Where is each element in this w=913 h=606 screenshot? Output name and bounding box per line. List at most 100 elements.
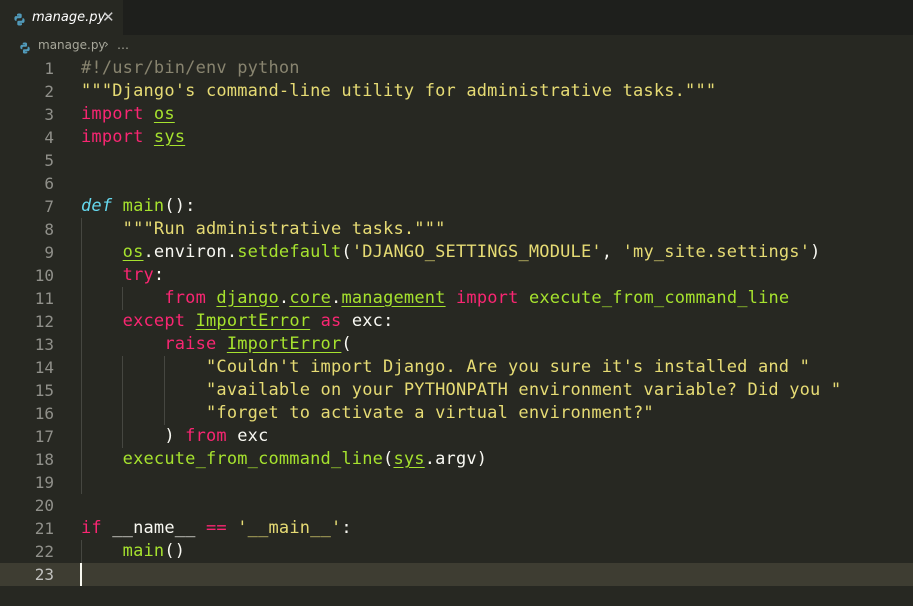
code-token: 'DJANGO_SETTINGS_MODULE' [351, 242, 602, 262]
code-token: exc: [341, 311, 394, 331]
code-token: : [153, 265, 165, 285]
line-code: #!/usr/bin/env python [81, 57, 300, 80]
code-line[interactable]: 3 import os [0, 103, 913, 126]
line-code: def main(): [81, 195, 196, 218]
code-line[interactable]: 9 os.environ.setdefault('DJANGO_SETTINGS… [0, 241, 913, 264]
line-number: 23 [34, 565, 54, 584]
code-line[interactable]: 7 def main(): [0, 195, 913, 218]
code-token: "Couldn't import Django. Are you sure it… [205, 357, 811, 377]
python-icon [19, 39, 31, 58]
code-token: . [278, 288, 290, 308]
line-number: 16 [34, 404, 54, 423]
code-token: : [341, 518, 352, 538]
line-code: raise ImportError( [81, 333, 352, 356]
code-line[interactable]: 4 import sys [0, 126, 913, 149]
code-line[interactable]: 6 [0, 172, 913, 195]
code-line[interactable]: 13 raise ImportError( [0, 333, 913, 356]
code-line[interactable]: 2 """Django's command-line utility for ad… [0, 80, 913, 103]
code-line[interactable]: 16 "forget to activate a virtual environ… [0, 402, 913, 425]
code-line[interactable]: 8 """Run administrative tasks.""" [0, 218, 913, 241]
code-token: if [81, 518, 102, 538]
tab-manage-py[interactable]: manage.py ✕ [0, 0, 123, 35]
code-token: django [216, 288, 279, 308]
line-number: 10 [34, 266, 54, 285]
code-line[interactable]: 20 [0, 494, 913, 517]
line-code: os.environ.setdefault('DJANGO_SETTINGS_M… [81, 241, 821, 264]
code-line[interactable]: 22 main() [0, 540, 913, 563]
line-number: 13 [34, 335, 54, 354]
line-code: "available on your PYTHONPATH environmen… [81, 379, 841, 402]
code-token: ( [341, 334, 352, 354]
code-token: def [81, 196, 113, 216]
line-number: 4 [44, 128, 54, 147]
code-token: .argv) [424, 449, 488, 469]
code-token: from [185, 426, 227, 446]
code-line[interactable]: 5 [0, 149, 913, 172]
tab-label: manage.py [32, 10, 106, 25]
line-number: 17 [34, 427, 54, 446]
tab-bar: manage.py ✕ [0, 0, 913, 35]
code-token: except [122, 311, 186, 331]
code-line[interactable]: 15 "available on your PYTHONPATH environ… [0, 379, 913, 402]
line-number: 7 [44, 197, 54, 216]
code-editor[interactable]: 1 #!/usr/bin/env python 2 """Django's comma… [0, 57, 913, 606]
line-number: 12 [34, 312, 54, 331]
code-token: execute_from_command_line [122, 449, 384, 469]
line-number: 9 [44, 243, 54, 262]
code-line[interactable]: 14 "Couldn't import Django. Are you sure… [0, 356, 913, 379]
line-number: 5 [44, 151, 54, 170]
code-token: management [341, 288, 446, 308]
line-number: 6 [44, 174, 54, 193]
code-token: sys [153, 127, 186, 147]
line-code: main() [81, 540, 185, 563]
code-token: ImportError [226, 334, 342, 354]
breadcrumb-symbols[interactable]: … [117, 38, 129, 52]
code-token: == [206, 518, 227, 538]
code-token: () [164, 541, 186, 561]
code-token: "available on your PYTHONPATH environmen… [205, 380, 842, 400]
line-code: if __name__ == '__main__': [81, 517, 352, 540]
breadcrumb-file[interactable]: manage.py [38, 38, 106, 52]
line-number: 19 [34, 473, 54, 492]
line-number: 11 [34, 289, 54, 308]
line-code: """Django's command-line utility for adm… [81, 80, 716, 103]
code-line[interactable]: 10 try: [0, 264, 913, 287]
line-code: """Run administrative tasks.""" [81, 218, 446, 241]
code-line[interactable]: 11 from django.core.management import ex… [0, 287, 913, 310]
code-line[interactable]: 23 [0, 563, 913, 586]
code-line[interactable]: 12 except ImportError as exc: [0, 310, 913, 333]
line-number: 8 [44, 220, 54, 239]
code-line[interactable]: 1 #!/usr/bin/env python [0, 57, 913, 80]
close-icon[interactable]: ✕ [102, 8, 115, 26]
code-token: import [456, 288, 519, 308]
code-token: execute_from_command_line [528, 288, 790, 308]
code-token: raise [164, 334, 217, 354]
line-code: except ImportError as exc: [81, 310, 394, 333]
code-line[interactable]: 21 if __name__ == '__main__': [0, 517, 913, 540]
line-number: 15 [34, 381, 54, 400]
code-token: . [331, 288, 342, 308]
line-number: 1 [44, 59, 54, 78]
code-token: from [164, 288, 206, 308]
code-line[interactable]: 18 execute_from_command_line(sys.argv) [0, 448, 913, 471]
code-token: as [320, 311, 342, 331]
line-number: 18 [34, 450, 54, 469]
line-number: 22 [34, 542, 54, 561]
code-line[interactable]: 19 [0, 471, 913, 494]
code-token: ImportError [195, 311, 311, 331]
code-token: ( [341, 242, 352, 262]
line-code: import sys [81, 126, 185, 149]
code-line[interactable]: 17 ) from exc [0, 425, 913, 448]
code-token: , [601, 242, 623, 262]
